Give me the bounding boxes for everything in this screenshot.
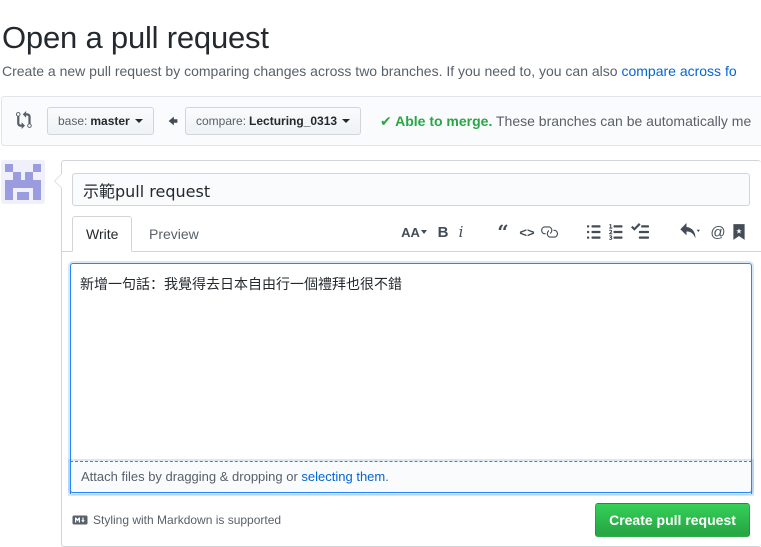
bold-icon[interactable]: B [434,223,452,241]
page-description: Create a new pull request by comparing c… [2,63,737,79]
ordered-list-icon[interactable] [609,223,627,241]
italic-icon[interactable]: i [452,223,470,241]
merge-ok-text: ✔ Able to merge. [380,113,493,129]
identicon-icon [1,160,45,204]
unordered-list-icon[interactable] [587,223,605,241]
link-icon[interactable] [540,223,558,241]
avatar[interactable] [1,160,45,204]
compare-arrows-icon [16,111,32,129]
selecting-them-link[interactable]: selecting them [301,469,385,484]
code-icon[interactable]: <> [518,223,536,241]
page-title: Open a pull request [2,20,269,55]
create-pull-request-button[interactable]: Create pull request [595,503,750,537]
merge-status-text: These branches can be automatically me [492,113,752,129]
description-text: Create a new pull request by comparing c… [2,63,622,79]
tab-write[interactable]: Write [72,216,133,252]
task-list-icon[interactable] [631,223,649,241]
bookmark-icon[interactable] [730,223,748,241]
compare-label: compare: [196,114,247,128]
markdown-note[interactable]: Styling with Markdown is supported [72,513,281,527]
header-icon[interactable]: AA [401,223,427,241]
pr-title-input[interactable]: 示範pull request [72,173,750,206]
pr-body-textarea[interactable]: 新增一句話：我覺得去日本自由行一個禮拜也很不錯 [70,263,752,494]
chevron-down-icon [342,119,351,123]
markdown-note-text: Styling with Markdown is supported [93,513,282,527]
file-attach-area[interactable]: Attach files by dragging & dropping or s… [70,461,752,493]
base-value: master [90,114,130,128]
pull-request-form: 示範pull request Write Preview AA B i “ <>… [54,160,761,547]
attach-end: . [385,469,389,484]
attach-text: Attach files by dragging & dropping or [81,469,302,484]
quote-icon[interactable]: “ [494,220,512,244]
compare-across-forks-link[interactable]: compare across fo [621,63,736,79]
mention-icon[interactable]: @ [709,223,727,241]
reply-icon[interactable] [679,223,703,241]
compare-range-bar: base: master compare: Lecturing_0313 ✔ A… [1,96,761,146]
base-branch-select[interactable]: base: master [47,107,154,135]
base-label: base: [58,114,88,128]
merge-status: ✔ Able to merge. These branches can be a… [380,113,751,130]
tab-preview[interactable]: Preview [136,216,212,252]
compare-value: Lecturing_0313 [249,114,338,128]
markdown-icon [72,515,88,525]
pr-body-text: 新增一句話：我覺得去日本自由行一個禮拜也很不錯 [80,277,402,293]
compare-branch-select[interactable]: compare: Lecturing_0313 [185,107,362,135]
chevron-down-icon [134,119,143,123]
arrow-left-icon [168,116,178,126]
